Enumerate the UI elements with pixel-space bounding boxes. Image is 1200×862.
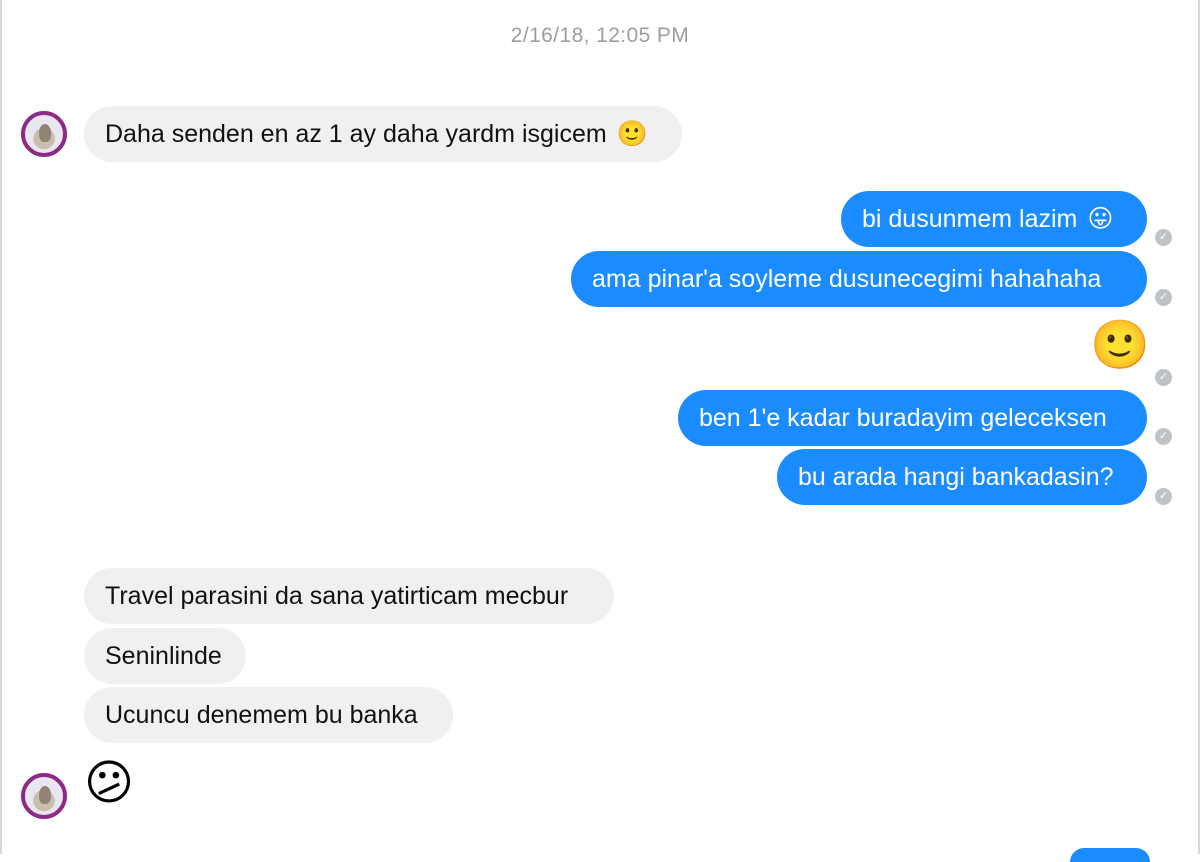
- message-text: ama pinar'a soyleme dusunecegimi hahahah…: [592, 264, 1102, 293]
- incoming-message-bubble[interactable]: Seninlinde: [84, 628, 246, 684]
- outgoing-message-bubble[interactable]: ben 1'e kadar buradayim geleceksen: [678, 390, 1147, 446]
- outgoing-message-bubble[interactable]: bu arada hangi bankadasin?: [777, 449, 1147, 505]
- message-text: Ucuncu denemem bu banka: [105, 700, 418, 729]
- slight-smile-emoji: 🙂: [616, 119, 648, 148]
- partial-outgoing-bubble: [1070, 848, 1150, 862]
- message-text: Travel parasini da sana yatirticam mecbu…: [105, 581, 569, 610]
- conversation-timestamp: 2/16/18, 12:05 PM: [510, 24, 690, 47]
- incoming-message-bubble[interactable]: Daha senden en az 1 ay daha yardm isgice…: [84, 106, 682, 162]
- message-text: bu arada hangi bankadasin?: [798, 462, 1114, 491]
- large-smile-emoji[interactable]: 🙂: [1090, 318, 1150, 374]
- sent-check-icon: ✓: [1155, 488, 1172, 505]
- sent-check-icon: ✓: [1155, 229, 1172, 246]
- contact-avatar[interactable]: [21, 773, 67, 819]
- tongue-out-emoji: 😛: [1087, 205, 1114, 233]
- incoming-message-bubble[interactable]: Ucuncu denemem bu banka: [84, 687, 453, 743]
- message-text: Daha senden en az 1 ay daha yardm isgice…: [105, 119, 607, 148]
- message-text: Seninlinde: [105, 641, 222, 670]
- contact-avatar[interactable]: [21, 111, 67, 157]
- frame-left-edge: [0, 0, 2, 854]
- confused-face-emoji[interactable]: 😕: [84, 756, 134, 812]
- outgoing-message-bubble[interactable]: bi dusunmem lazim 😛: [841, 191, 1147, 247]
- sent-check-icon: ✓: [1155, 369, 1172, 386]
- sent-check-icon: ✓: [1155, 289, 1172, 306]
- sent-check-icon: ✓: [1155, 428, 1172, 445]
- incoming-message-bubble[interactable]: Travel parasini da sana yatirticam mecbu…: [84, 568, 614, 624]
- outgoing-message-bubble[interactable]: ama pinar'a soyleme dusunecegimi hahahah…: [571, 251, 1147, 307]
- message-text: ben 1'e kadar buradayim geleceksen: [699, 403, 1107, 432]
- message-text: bi dusunmem lazim: [862, 204, 1078, 233]
